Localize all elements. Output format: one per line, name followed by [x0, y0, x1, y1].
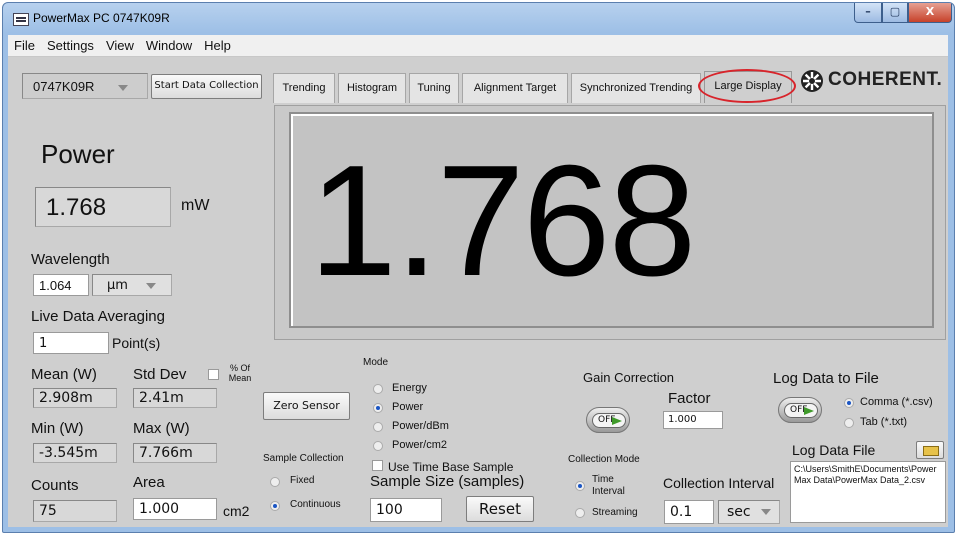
tab-synchronized-trending[interactable]: Synchronized Trending	[571, 73, 701, 103]
time-interval-label: Time Interval	[592, 474, 625, 497]
close-button[interactable]: X	[908, 3, 952, 23]
mode-label-power: Power	[392, 401, 424, 413]
app-window: PowerMax PC 0747K09R – ▢ X File Settings V…	[2, 2, 955, 533]
mode-label-energy: Energy	[392, 382, 427, 394]
power-unit: mW	[181, 197, 210, 214]
menu-settings[interactable]: Settings	[41, 35, 100, 53]
comma-csv-radio[interactable]	[844, 398, 854, 408]
sample-size-label: Sample Size (samples)	[370, 473, 525, 490]
coherent-logo-icon	[800, 69, 824, 93]
highlight-ellipse	[698, 69, 796, 103]
maximize-button[interactable]: ▢	[882, 3, 908, 23]
mode-radio-power-cm2[interactable]	[373, 441, 383, 451]
tab-histogram[interactable]: Histogram	[338, 73, 406, 103]
area-input[interactable]: 1.000	[133, 498, 217, 520]
large-power-value: 1.768	[309, 133, 696, 309]
collection-interval-input[interactable]: 0.1	[664, 500, 714, 524]
mode-label: Mode	[363, 357, 389, 368]
mode-label-power-dbm: Power/dBm	[392, 420, 449, 432]
std-dev-value: 2.41m	[133, 388, 217, 408]
tab-trending[interactable]: Trending	[273, 73, 335, 103]
continuous-radio[interactable]	[270, 501, 280, 511]
power-value: 1.768	[35, 187, 171, 227]
menu-help[interactable]: Help	[198, 35, 237, 53]
averaging-label: Live Data Averaging	[31, 308, 165, 325]
fixed-label: Fixed	[290, 475, 315, 486]
gain-correction-label: Gain Correction	[583, 370, 675, 385]
log-file-path: C:\Users\SmithE\Documents\PowerMax Data\…	[790, 461, 946, 523]
max-value: 7.766m	[133, 443, 217, 463]
power-label: Power	[41, 139, 115, 169]
use-time-base-checkbox[interactable]	[372, 460, 383, 471]
wavelength-input[interactable]: 1.064	[33, 274, 89, 296]
comma-csv-label: Comma (*.csv)	[860, 396, 933, 408]
app-icon	[13, 13, 29, 26]
minimize-button[interactable]: –	[854, 3, 882, 23]
main-panel: 0747K09R Start Data Collection Trending …	[8, 57, 948, 527]
brand-name: COHERENT.	[828, 69, 943, 90]
folder-icon	[923, 446, 939, 456]
collection-interval-label: Collection Interval	[663, 475, 775, 491]
menu-window[interactable]: Window	[140, 35, 198, 53]
log-data-toggle[interactable]: OFF	[778, 397, 822, 423]
streaming-radio[interactable]	[575, 508, 585, 518]
zero-sensor-button[interactable]: Zero Sensor	[263, 392, 350, 420]
log-file-label: Log Data File	[792, 442, 876, 458]
large-display-panel: 1.768	[274, 105, 946, 340]
averaging-input[interactable]: 1	[33, 332, 109, 354]
chevron-down-icon	[146, 282, 157, 289]
averaging-unit: Point(s)	[112, 335, 161, 351]
device-serial: 0747K09R	[33, 79, 95, 94]
max-label: Max (W)	[133, 420, 190, 437]
collection-interval-unit-select[interactable]: sec	[718, 500, 780, 524]
browse-folder-button[interactable]	[916, 441, 944, 459]
tab-txt-label: Tab (*.txt)	[860, 416, 908, 428]
tab-tuning[interactable]: Tuning	[409, 73, 459, 103]
tab-txt-radio[interactable]	[844, 418, 854, 428]
reset-button[interactable]: Reset	[466, 496, 534, 522]
factor-label: Factor	[668, 390, 711, 407]
counts-value: 75	[33, 500, 117, 522]
mode-radio-power[interactable]	[373, 403, 383, 413]
std-dev-label: Std Dev	[133, 366, 187, 383]
gain-correction-toggle[interactable]: OFF	[586, 407, 630, 433]
menu-bar: File Settings View Window Help	[8, 35, 948, 57]
time-interval-radio[interactable]	[575, 481, 585, 491]
mode-label-power-cm2: Power/cm2	[392, 439, 448, 451]
menu-file[interactable]: File	[8, 35, 41, 53]
area-label: Area	[133, 474, 165, 491]
mean-value: 2.908m	[33, 388, 117, 408]
sample-collection-label: Sample Collection	[263, 453, 344, 464]
percent-of-mean-label: % Of Mean	[228, 363, 252, 383]
large-display-screen: 1.768	[289, 112, 934, 328]
collection-interval-unit: sec	[727, 504, 751, 520]
log-data-label: Log Data to File	[773, 370, 879, 387]
collection-mode-label: Collection Mode	[568, 454, 640, 465]
min-label: Min (W)	[31, 420, 84, 437]
percent-of-mean-checkbox[interactable]	[208, 369, 219, 380]
area-unit: cm2	[223, 503, 250, 519]
mean-label: Mean (W)	[31, 366, 97, 383]
factor-input[interactable]: 1.000	[663, 411, 723, 429]
start-data-collection-button[interactable]: Start Data Collection	[151, 74, 262, 99]
streaming-label: Streaming	[592, 507, 638, 518]
use-time-base-label: Use Time Base Sample	[388, 460, 514, 474]
continuous-label: Continuous	[290, 499, 341, 510]
wavelength-unit-select[interactable]: µm	[92, 274, 172, 296]
title-bar: PowerMax PC 0747K09R – ▢ X	[3, 3, 954, 35]
counts-label: Counts	[31, 477, 79, 494]
chevron-down-icon	[118, 84, 129, 91]
mode-radio-energy[interactable]	[373, 384, 383, 394]
chevron-down-icon	[761, 509, 772, 515]
wavelength-unit: µm	[107, 278, 128, 293]
menu-view[interactable]: View	[100, 35, 140, 53]
mode-radio-power-dbm[interactable]	[373, 422, 383, 432]
fixed-radio[interactable]	[270, 477, 280, 487]
wavelength-label: Wavelength	[31, 251, 110, 268]
tab-alignment-target[interactable]: Alignment Target	[462, 73, 568, 103]
window-title: PowerMax PC 0747K09R	[33, 11, 170, 25]
sample-size-input[interactable]: 100	[370, 498, 442, 522]
min-value: -3.545m	[33, 443, 117, 463]
device-select[interactable]: 0747K09R	[22, 73, 148, 99]
